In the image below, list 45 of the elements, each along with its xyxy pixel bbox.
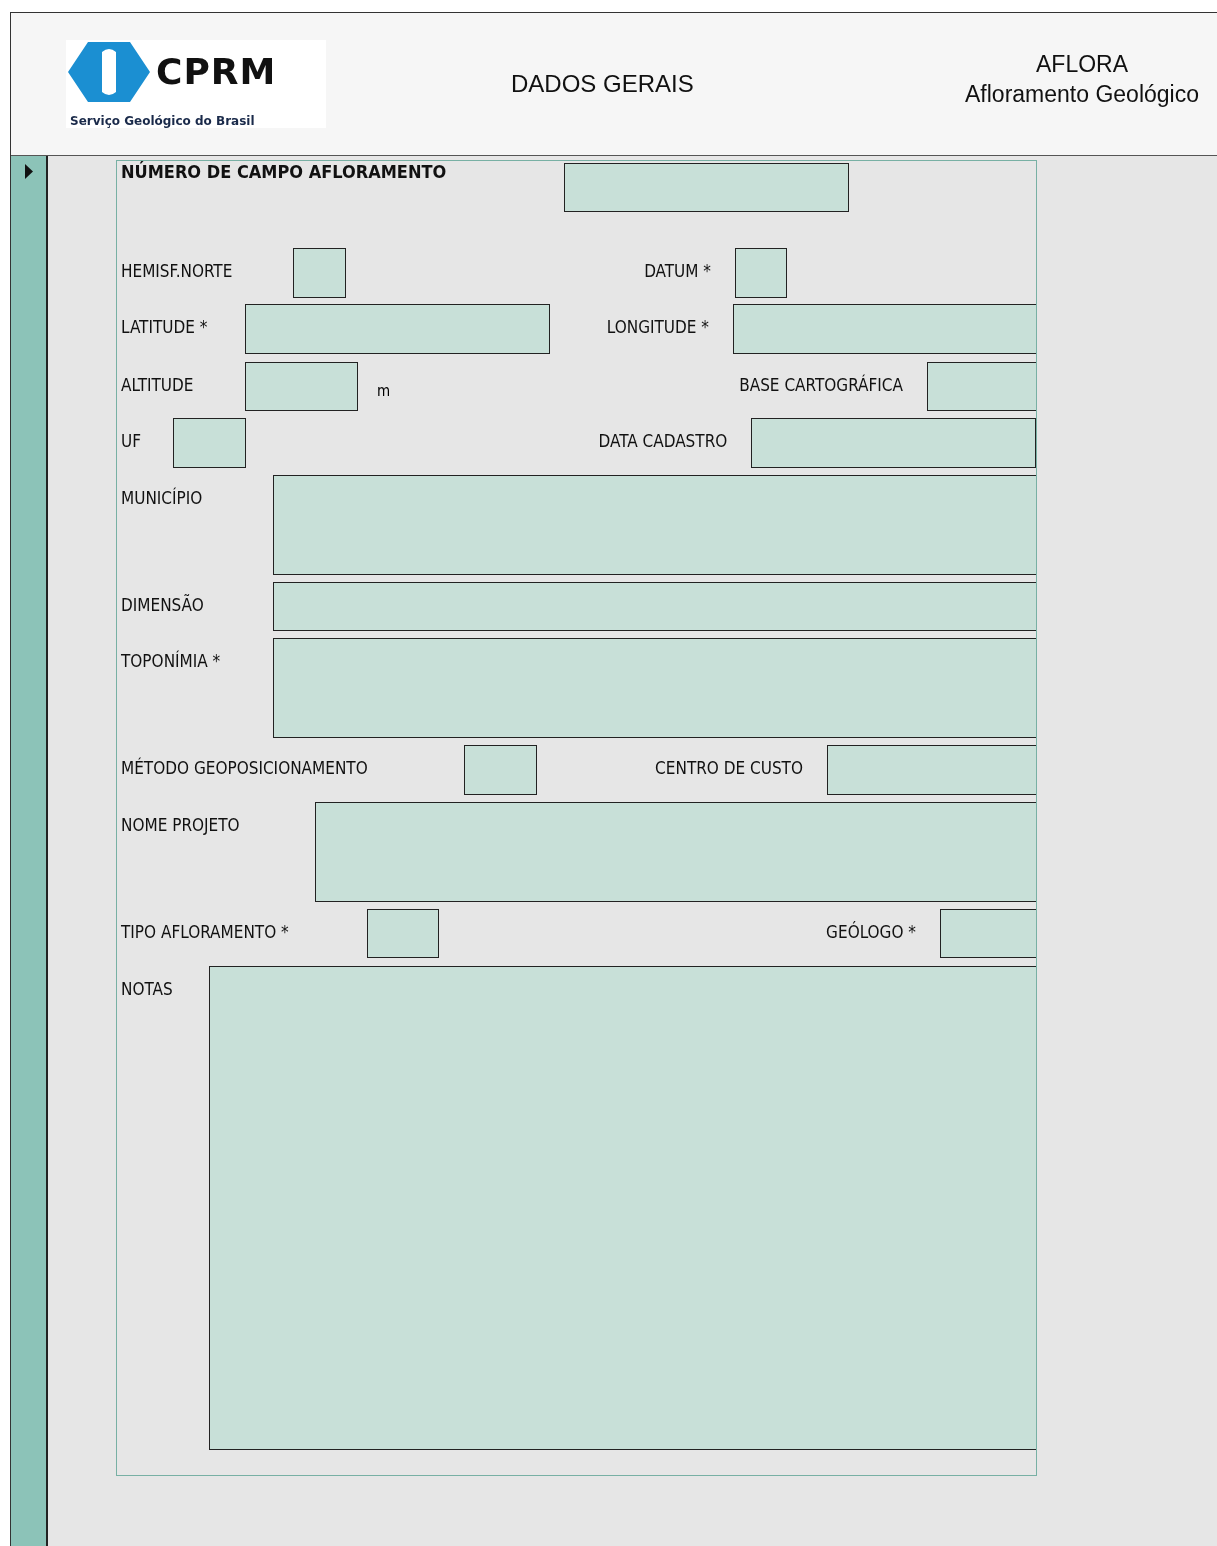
input-field[interactable] xyxy=(367,909,439,958)
input-field[interactable] xyxy=(245,304,550,354)
field-label: NOME PROJETO xyxy=(121,815,240,835)
input-field[interactable] xyxy=(293,248,346,298)
field-label: UF xyxy=(121,431,141,451)
input-field[interactable] xyxy=(273,582,1036,631)
field-label: DIMENSÃO xyxy=(121,595,204,615)
input-field[interactable] xyxy=(245,362,358,411)
input-field[interactable] xyxy=(172,418,246,468)
field-label: HEMISF.NORTE xyxy=(121,261,233,281)
field-label: NÚMERO DE CAMPO AFLORAMENTO xyxy=(121,161,447,182)
logo-text: CPRM xyxy=(156,54,277,90)
field-label: GEÓLOGO * xyxy=(826,922,916,942)
input-field[interactable] xyxy=(564,163,849,212)
field-label: LONGITUDE * xyxy=(606,317,709,337)
input-field[interactable] xyxy=(733,304,1036,354)
unit-label: m xyxy=(376,381,392,400)
field-label: TOPONÍMIA * xyxy=(121,651,221,671)
field-label: CENTRO DE CUSTO xyxy=(655,758,803,778)
input-field[interactable] xyxy=(315,802,1036,902)
input-field[interactable] xyxy=(464,745,537,795)
field-label: TIPO AFLORAMENTO * xyxy=(121,922,289,942)
field-label: BASE CARTOGRÁFICA xyxy=(739,375,903,395)
input-field[interactable] xyxy=(273,638,1036,738)
field-label: NOTAS xyxy=(121,979,173,999)
field-label: MUNICÍPIO xyxy=(121,488,203,508)
app-subtitle: Afloramento Geológico xyxy=(965,80,1199,109)
field-label: DATUM * xyxy=(644,261,711,281)
field-label: ALTITUDE xyxy=(121,375,194,395)
input-field[interactable] xyxy=(927,362,1036,411)
field-label: DATA CADASTRO xyxy=(598,431,728,451)
input-field[interactable] xyxy=(751,418,1036,468)
current-record-icon xyxy=(24,164,33,179)
form-title: DADOS GERAIS xyxy=(511,70,694,98)
field-label: LATITUDE * xyxy=(121,317,208,337)
input-field[interactable] xyxy=(827,745,1036,795)
hexagon-logo-icon xyxy=(68,42,150,102)
input-field[interactable] xyxy=(940,909,1036,958)
record-selector[interactable] xyxy=(11,156,48,1546)
input-field[interactable] xyxy=(209,966,1036,1450)
input-field[interactable] xyxy=(273,475,1036,575)
input-field[interactable] xyxy=(735,248,787,298)
logo-subtitle: Serviço Geológico do Brasil xyxy=(70,114,256,128)
app-name: AFLORA xyxy=(1036,50,1129,80)
field-label: MÉTODO GEOPOSICIONAMENTO xyxy=(121,758,368,778)
